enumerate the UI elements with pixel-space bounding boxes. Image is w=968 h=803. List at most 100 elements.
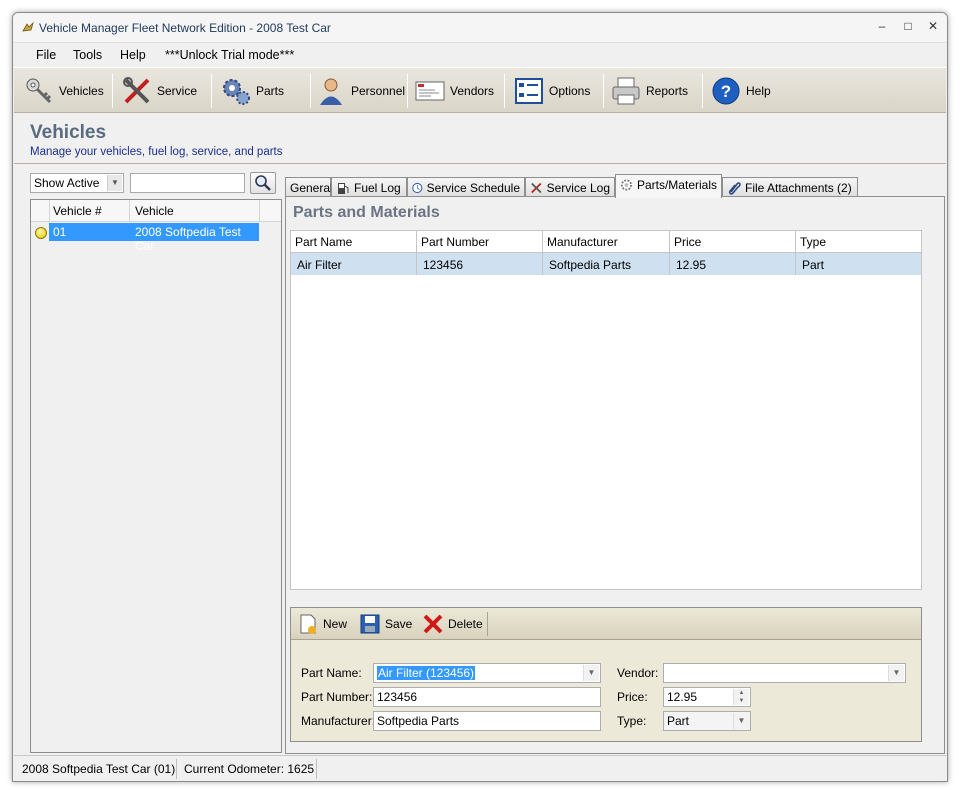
- toolbar-reports-label: Reports: [646, 84, 689, 98]
- tab-parts-materials[interactable]: Parts/Materials: [615, 174, 722, 198]
- maximize-button[interactable]: □: [897, 17, 919, 35]
- delete-button-label: Delete: [448, 617, 483, 631]
- chevron-down-icon: ▼: [733, 713, 749, 729]
- filter-select-value: Show Active: [34, 176, 100, 190]
- toolbar-service-button[interactable]: Service: [122, 74, 197, 108]
- toolbar-reports-button[interactable]: Reports: [611, 74, 688, 108]
- toolbar-personnel-button[interactable]: Personnel: [316, 74, 405, 108]
- tab-strip: General Fuel Log Service Schedule Servic…: [285, 174, 945, 198]
- manufacturer-input[interactable]: Softpedia Parts: [373, 711, 601, 731]
- tab-service-log-label: Service Log: [546, 181, 610, 195]
- main-toolbar: Vehicles Service Parts Personnel Vendors…: [14, 67, 946, 113]
- status-odometer: Current Odometer: 1625: [184, 762, 315, 776]
- type-label: Type:: [617, 714, 647, 728]
- tab-general[interactable]: General: [285, 177, 333, 197]
- cell-part-number: 123456: [417, 253, 543, 275]
- status-vehicle: 2008 Softpedia Test Car (01): [22, 762, 176, 776]
- printer-icon: [612, 77, 640, 105]
- tab-file-attachments-label: File Attachments (2): [745, 181, 852, 195]
- filter-select[interactable]: Show Active ▼: [30, 173, 124, 193]
- menu-tools[interactable]: Tools: [73, 48, 102, 62]
- new-document-icon: [300, 614, 316, 634]
- column-header-type[interactable]: Type: [796, 231, 921, 253]
- new-button-label: New: [323, 617, 348, 631]
- spinner-arrows-icon[interactable]: ▲ ▼: [733, 689, 749, 705]
- save-icon: [360, 614, 380, 634]
- keys-icon: [26, 78, 52, 104]
- column-header-part-number[interactable]: Part Number: [417, 231, 543, 253]
- clock-icon: [412, 182, 423, 194]
- column-header-vehicle[interactable]: Vehicle: [135, 204, 174, 218]
- new-button[interactable]: New: [297, 612, 347, 636]
- editor-toolbar: New Save Delete: [291, 608, 921, 640]
- title-bar: Vehicle Manager Fleet Network Edition - …: [13, 13, 947, 43]
- chevron-down-icon: ▼: [583, 665, 599, 681]
- type-select[interactable]: Part ▼: [663, 711, 751, 731]
- save-button-label: Save: [385, 617, 413, 631]
- column-header-vehicle-number[interactable]: Vehicle #: [53, 204, 102, 218]
- column-header-price[interactable]: Price: [670, 231, 796, 253]
- tab-general-label: General: [290, 181, 333, 195]
- page-header: Vehicles Manage your vehicles, fuel log,…: [14, 114, 946, 164]
- save-button[interactable]: Save: [359, 612, 412, 636]
- business-card-icon: [415, 81, 445, 101]
- toolbar-options-label: Options: [549, 84, 591, 98]
- part-name-select[interactable]: Air Filter (123456) ▼: [373, 663, 601, 683]
- toolbar-parts-label: Parts: [256, 84, 285, 98]
- parts-table[interactable]: Part Name Part Number Manufacturer Price…: [290, 230, 922, 590]
- part-name-value: Air Filter (123456): [377, 666, 476, 680]
- tab-service-schedule-label: Service Schedule: [426, 181, 520, 195]
- part-number-input[interactable]: 123456: [373, 687, 601, 707]
- cell-type: Part: [802, 258, 825, 272]
- toolbar-help-button[interactable]: ? Help: [711, 74, 771, 108]
- tools-icon: [531, 182, 542, 194]
- menu-unlock-trial[interactable]: ***Unlock Trial mode***: [165, 48, 294, 62]
- manufacturer-label: Manufacturer:: [301, 714, 376, 728]
- vehicle-name: 2008 Softpedia Test Car: [135, 225, 241, 253]
- help-icon: ?: [712, 77, 740, 105]
- delete-button[interactable]: Delete: [422, 612, 483, 636]
- search-input[interactable]: [130, 173, 245, 193]
- toolbar-vehicles-label: Vehicles: [59, 84, 104, 98]
- vehicle-list[interactable]: Vehicle # Vehicle 01 2008 Softpedia Test…: [30, 199, 282, 753]
- chevron-down-icon: ▼: [107, 175, 122, 191]
- price-stepper[interactable]: 12.95 ▲ ▼: [663, 687, 751, 707]
- delete-icon: [423, 614, 443, 634]
- menu-file[interactable]: File: [36, 48, 56, 62]
- vehicle-list-header: Vehicle # Vehicle: [31, 200, 281, 222]
- toolbar-personnel-label: Personnel: [351, 84, 406, 98]
- cell-price: 12.95: [670, 253, 796, 275]
- column-header-manufacturer[interactable]: Manufacturer: [543, 231, 670, 253]
- page-title: Vehicles: [30, 122, 107, 143]
- menu-help[interactable]: Help: [120, 48, 146, 62]
- part-editor: New Save Delete Part Name: Air Filter (1…: [290, 607, 922, 742]
- price-label: Price:: [617, 690, 648, 704]
- table-row[interactable]: Air Filter 123456 Softpedia Parts 12.95 …: [291, 253, 921, 275]
- price-value: 12.95: [667, 690, 698, 704]
- toolbar-vehicles-button[interactable]: Vehicles: [24, 74, 104, 108]
- tab-fuel-log[interactable]: Fuel Log: [331, 177, 407, 197]
- gears-icon: [223, 79, 250, 105]
- toolbar-parts-button[interactable]: Parts: [221, 74, 284, 108]
- parts-title: Parts and Materials: [293, 204, 440, 221]
- app-window: Vehicle Manager Fleet Network Edition - …: [12, 12, 948, 782]
- toolbar-options-button[interactable]: Options: [514, 74, 590, 108]
- status-bar: 2008 Softpedia Test Car (01) Current Odo…: [14, 755, 946, 781]
- vendor-select[interactable]: ▼: [663, 663, 906, 683]
- close-button[interactable]: ✕: [922, 17, 944, 35]
- window-title: Vehicle Manager Fleet Network Edition - …: [39, 21, 331, 35]
- gear-icon: [620, 179, 633, 191]
- vehicle-row[interactable]: 01 2008 Softpedia Test Car: [49, 223, 259, 253]
- vehicle-pane: Show Active ▼ Vehicle # Vehicle 01 2008 …: [30, 172, 282, 753]
- tab-file-attachments[interactable]: File Attachments (2): [722, 177, 858, 197]
- toolbar-vendors-button[interactable]: Vendors: [415, 74, 494, 108]
- minimize-button[interactable]: –: [871, 17, 893, 35]
- parts-table-header: Part Name Part Number Manufacturer Price…: [291, 231, 921, 253]
- active-status-icon: [35, 227, 47, 239]
- toolbar-vendors-label: Vendors: [450, 84, 495, 98]
- vendor-label: Vendor:: [617, 666, 659, 680]
- tab-service-schedule[interactable]: Service Schedule: [407, 177, 525, 197]
- search-button[interactable]: [250, 172, 276, 194]
- tab-service-log[interactable]: Service Log: [525, 177, 615, 197]
- column-header-part-name[interactable]: Part Name: [291, 231, 417, 253]
